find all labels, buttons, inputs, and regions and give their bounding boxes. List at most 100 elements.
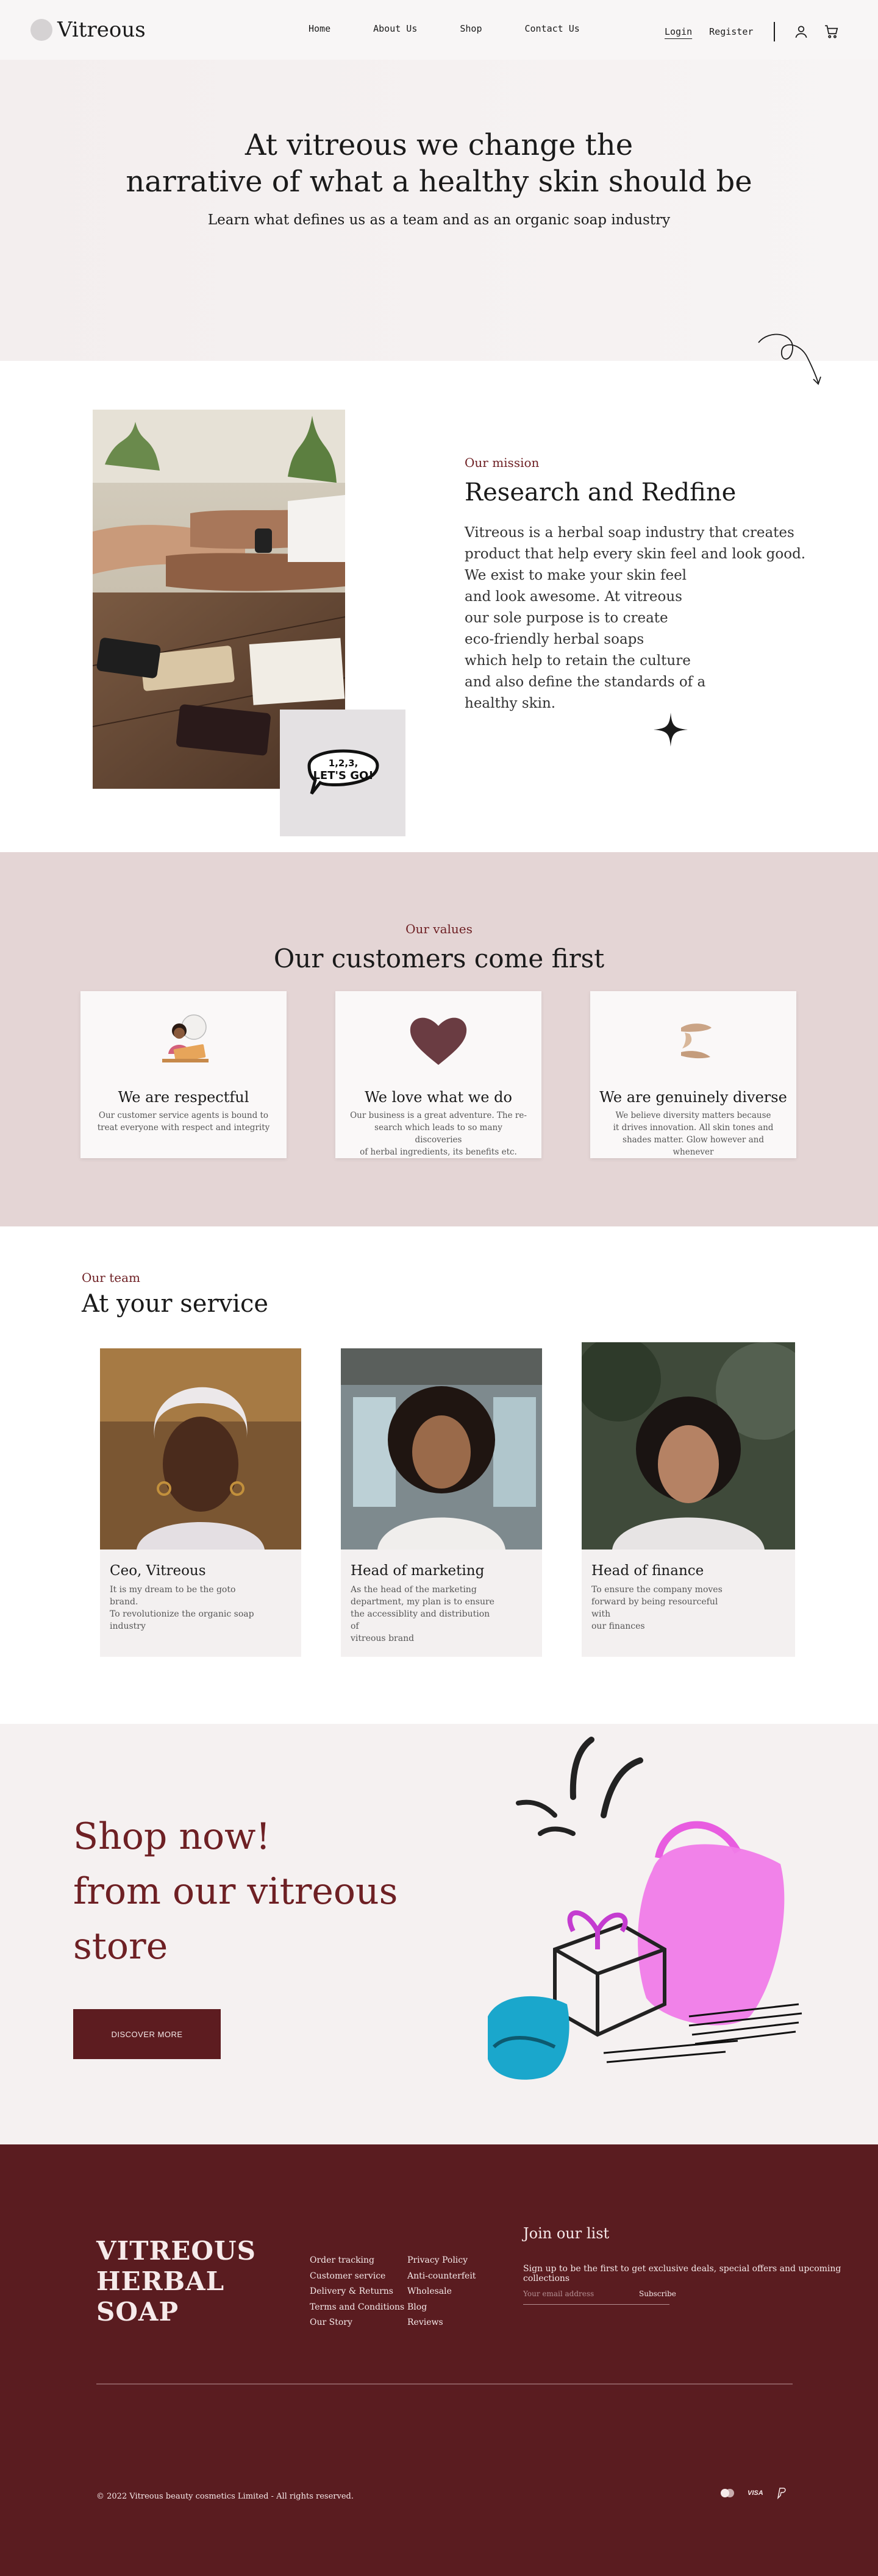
shop-section: Shop now! from our vitreous store DISCOV… — [0, 1724, 878, 2144]
top-nav: Vitreous Home About Us Shop Contact Us L… — [0, 0, 878, 60]
lets-go-sticker: 1,2,3, LET'S GO! — [280, 710, 405, 836]
nav-link-contact[interactable]: Contact Us — [525, 23, 580, 34]
value-description: Our business is a great adventure. The r… — [350, 1109, 527, 1158]
team-bio: As the head of the marketing department,… — [351, 1584, 497, 1645]
footer-link-our-story[interactable]: Our Story — [310, 2315, 404, 2331]
newsletter-subtitle: Sign up to be the first to get exclusive… — [523, 2264, 841, 2283]
mission-line: and also define the standards of a — [465, 674, 706, 690]
team-eyebrow: Our team — [82, 1270, 140, 1285]
mission-line: product that help every skin feel and lo… — [465, 546, 806, 562]
nav-link-home[interactable]: Home — [309, 23, 330, 34]
mission-line: our sole purpose is to create — [465, 610, 668, 626]
hero-title-line-1: At vitreous we change the — [244, 128, 634, 162]
mission-line: eco-friendly herbal soaps — [465, 632, 644, 647]
footer-link-order-tracking[interactable]: Order tracking — [310, 2253, 404, 2269]
mission-line: and look awesome. At vitreous — [465, 589, 682, 605]
copyright: © 2022 Vitreous beauty cosmetics Limited… — [96, 2492, 354, 2501]
heart-icon — [335, 991, 541, 1089]
team-role: Head of finance — [591, 1563, 704, 1579]
footer-link-delivery-returns[interactable]: Delivery & Returns — [310, 2284, 404, 2300]
value-line: Our business is a great adventure. The r… — [350, 1111, 527, 1120]
value-line: search which leads to so many discoverie… — [374, 1123, 502, 1145]
team-bio-line: forward by being resourceful with — [591, 1597, 718, 1619]
logo[interactable]: Vitreous — [30, 18, 146, 42]
discover-more-button[interactable]: DISCOVER MORE — [73, 2009, 221, 2059]
value-line: We believe diversity matters because — [615, 1111, 771, 1120]
value-line: it drives innovation. All skin tones and — [613, 1123, 774, 1133]
mission-line: We exist to make your skin feel — [465, 568, 687, 583]
team-bio-line: industry — [110, 1621, 146, 1631]
value-description: Our customer service agents is bound to … — [95, 1109, 272, 1134]
newsletter-title: Join our list — [523, 2225, 610, 2242]
finance-head-photo — [582, 1342, 795, 1550]
shop-headline-line: from our vitreous — [73, 1870, 398, 1913]
gift-bag-illustration — [488, 1737, 802, 2080]
value-card-love: We love what we do Our business is a gre… — [335, 991, 541, 1158]
value-card-respectful: We are respectful Our customer service a… — [80, 991, 287, 1158]
team-role: Ceo, Vitreous — [110, 1563, 206, 1579]
support-agent-illustration — [80, 991, 287, 1089]
nav-link-shop[interactable]: Shop — [460, 23, 482, 34]
hero-title: At vitreous we change the narrative of w… — [0, 60, 878, 200]
hero-section: At vitreous we change the narrative of w… — [0, 60, 878, 361]
value-line: treat everyone with respect and integrit… — [97, 1123, 270, 1133]
mission-line: healthy skin. — [465, 696, 556, 711]
mission-text: Our mission Research and Redfine Vitreou… — [465, 455, 806, 714]
team-title: At your service — [82, 1290, 269, 1318]
footer-link-terms[interactable]: Terms and Conditions — [310, 2300, 404, 2316]
footer-divider — [96, 2383, 793, 2385]
team-bio: It is my dream to be the goto brand. To … — [110, 1584, 256, 1632]
register-link[interactable]: Register — [709, 26, 753, 37]
team-card-finance: Head of finance To ensure the company mo… — [582, 1342, 795, 1657]
value-title: We are respectful — [118, 1089, 249, 1106]
shop-headline: Shop now! from our vitreous store — [73, 1809, 398, 1974]
footer-link-wholesale[interactable]: Wholesale — [407, 2284, 476, 2300]
shop-headline-line: Shop now! — [73, 1815, 271, 1858]
footer-link-blog[interactable]: Blog — [407, 2300, 476, 2316]
mission-body: Vitreous is a herbal soap industry that … — [465, 522, 806, 714]
values-eyebrow: Our values — [405, 922, 473, 936]
value-line: shades matter. Glow however and whenever — [623, 1135, 764, 1157]
value-description: We believe diversity matters because it … — [605, 1109, 782, 1158]
shop-headline-line: store — [73, 1925, 168, 1968]
site-footer: VITREOUS HERBAL SOAP Order tracking Cust… — [0, 2144, 878, 2576]
login-link[interactable]: Login — [665, 26, 692, 37]
sticker-text-top: 1,2,3, — [329, 758, 358, 769]
team-bio-line: To revolutionize the organic soap — [110, 1609, 254, 1619]
team-bio-line: the accessiblity and distribution of — [351, 1609, 490, 1631]
footer-brand-line: HERBAL — [96, 2266, 225, 2296]
value-title: We are genuinely diverse — [599, 1089, 787, 1106]
team-role: Head of marketing — [351, 1563, 485, 1579]
mission-title: Research and Redfine — [465, 479, 737, 507]
hero-subtitle: Learn what defines us as a team and as a… — [207, 212, 671, 228]
cart-icon[interactable] — [824, 24, 840, 40]
marketing-head-photo — [341, 1348, 542, 1550]
footer-links-col-1: Order tracking Customer service Delivery… — [310, 2253, 404, 2331]
sticker-text-bottom: LET'S GO! — [313, 769, 373, 782]
mission-line: which help to retain the culture — [465, 653, 691, 669]
footer-link-anti-counterfeit[interactable]: Anti-counterfeit — [407, 2269, 476, 2285]
logo-mark — [30, 19, 52, 41]
mission-eyebrow: Our mission — [465, 455, 540, 470]
footer-brand-line: VITREOUS — [96, 2236, 256, 2266]
team-bio-line: department, my plan is to ensure — [351, 1597, 494, 1607]
nav-links: Home About Us Shop Contact Us — [309, 23, 623, 34]
team-bio-line: As the head of the marketing — [351, 1585, 477, 1595]
team-bio-line: vitreous brand — [351, 1634, 415, 1643]
team-bio-line: It is my dream to be the goto brand. — [110, 1585, 236, 1607]
nav-link-about[interactable]: About Us — [373, 23, 417, 34]
value-card-diverse: We are genuinely diverse We believe dive… — [590, 991, 796, 1158]
payment-methods: VISA — [719, 2487, 787, 2499]
sparkle-icon — [654, 713, 688, 747]
value-line: Our customer service agents is bound to — [98, 1111, 269, 1120]
footer-link-reviews[interactable]: Reviews — [407, 2315, 476, 2331]
value-title: We love what we do — [365, 1089, 512, 1106]
user-icon[interactable] — [793, 24, 809, 40]
subscribe-button[interactable]: Subscribe — [639, 2290, 676, 2298]
skin-tone-swatch-icon — [590, 991, 796, 1089]
footer-link-customer-service[interactable]: Customer service — [310, 2269, 404, 2285]
team-card-marketing: Head of marketing As the head of the mar… — [341, 1348, 542, 1657]
footer-brand-line: SOAP — [96, 2297, 179, 2327]
team-bio-line: To ensure the company moves — [591, 1585, 723, 1595]
footer-link-privacy[interactable]: Privacy Policy — [407, 2253, 476, 2269]
